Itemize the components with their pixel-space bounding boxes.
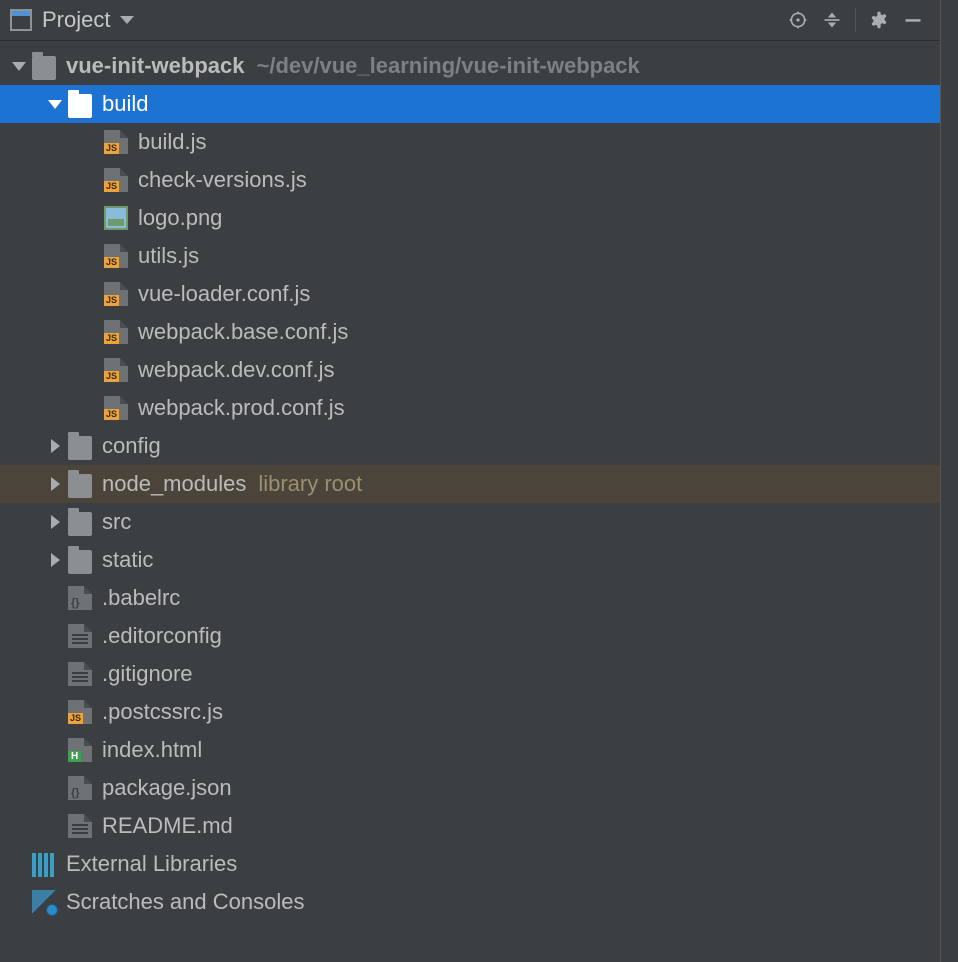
js-file-icon xyxy=(68,700,92,724)
tree-node-label: index.html xyxy=(102,737,202,763)
toolbar-separator xyxy=(855,8,856,32)
text-file-icon xyxy=(68,662,92,686)
tree-node-label: Scratches and Consoles xyxy=(66,889,304,915)
tree-node-editorconfig[interactable]: .editorconfig xyxy=(0,617,940,655)
tree-node-gitignore[interactable]: .gitignore xyxy=(0,655,940,693)
tree-node-babelrc[interactable]: .babelrc xyxy=(0,579,940,617)
folder-icon xyxy=(68,94,92,118)
tool-window-icon xyxy=(10,9,32,31)
expand-arrow-icon[interactable] xyxy=(46,515,64,529)
tree-node-label: package.json xyxy=(102,775,232,801)
gear-icon[interactable] xyxy=(862,3,896,37)
project-toolbar: Project xyxy=(0,0,940,41)
tree-node-vue-loader[interactable]: vue-loader.conf.js xyxy=(0,275,940,313)
json-file-icon xyxy=(68,776,92,800)
external-libraries-icon xyxy=(32,853,56,877)
scratches-icon xyxy=(32,890,56,914)
target-icon[interactable] xyxy=(781,3,815,37)
minimize-icon[interactable] xyxy=(896,3,930,37)
js-file-icon xyxy=(104,358,128,382)
js-file-icon xyxy=(104,244,128,268)
js-file-icon xyxy=(104,396,128,420)
tree-node-label: External Libraries xyxy=(66,851,237,877)
tree-node-label: .editorconfig xyxy=(102,623,222,649)
toolbar-title[interactable]: Project xyxy=(42,7,110,33)
tree-node-label: static xyxy=(102,547,153,573)
tree-node-label: vue-loader.conf.js xyxy=(138,281,310,307)
tree-node-label: .gitignore xyxy=(102,661,193,687)
tree-node-wp-dev[interactable]: webpack.dev.conf.js xyxy=(0,351,940,389)
tree-node-label: vue-init-webpack xyxy=(66,53,244,79)
collapse-all-icon[interactable] xyxy=(815,3,849,37)
folder-icon xyxy=(68,474,92,498)
text-file-icon xyxy=(68,814,92,838)
tree-node-config[interactable]: config xyxy=(0,427,940,465)
tree-node-ext-lib[interactable]: External Libraries xyxy=(0,845,940,883)
text-file-icon xyxy=(68,624,92,648)
folder-icon xyxy=(32,56,56,80)
expand-arrow-icon[interactable] xyxy=(46,553,64,567)
tree-node-label: src xyxy=(102,509,131,535)
tree-node-check-versions[interactable]: check-versions.js xyxy=(0,161,940,199)
expand-arrow-icon[interactable] xyxy=(10,62,28,71)
js-file-icon xyxy=(104,282,128,306)
project-tree: vue-init-webpack ~/dev/vue_learning/vue-i… xyxy=(0,41,940,962)
expand-arrow-icon[interactable] xyxy=(46,100,64,109)
tree-node-build-js[interactable]: build.js xyxy=(0,123,940,161)
tree-node-wp-prod[interactable]: webpack.prod.conf.js xyxy=(0,389,940,427)
tree-node-label: logo.png xyxy=(138,205,222,231)
tree-node-label: config xyxy=(102,433,161,459)
expand-arrow-icon[interactable] xyxy=(46,439,64,453)
tree-node-label: README.md xyxy=(102,813,233,839)
tree-node-label: .babelrc xyxy=(102,585,180,611)
tree-node-build[interactable]: build xyxy=(0,85,940,123)
tree-node-logo[interactable]: logo.png xyxy=(0,199,940,237)
folder-icon xyxy=(68,512,92,536)
tree-node-scratch[interactable]: Scratches and Consoles xyxy=(0,883,940,921)
json-file-icon xyxy=(68,586,92,610)
tree-node-readme[interactable]: README.md xyxy=(0,807,940,845)
tree-node-label: .postcssrc.js xyxy=(102,699,223,725)
image-file-icon xyxy=(104,206,128,230)
tree-node-suffix: ~/dev/vue_learning/vue-init-webpack xyxy=(256,53,639,79)
tree-node-postcssrc[interactable]: .postcssrc.js xyxy=(0,693,940,731)
tree-node-label: utils.js xyxy=(138,243,199,269)
tree-node-label: build.js xyxy=(138,129,206,155)
tree-node-label: check-versions.js xyxy=(138,167,307,193)
tree-node-label: webpack.prod.conf.js xyxy=(138,395,345,421)
js-file-icon xyxy=(104,168,128,192)
tree-node-static[interactable]: static xyxy=(0,541,940,579)
tree-node-src[interactable]: src xyxy=(0,503,940,541)
chevron-down-icon[interactable] xyxy=(120,16,134,24)
js-file-icon xyxy=(104,320,128,344)
tree-node-label: node_modules xyxy=(102,471,246,497)
tree-node-root[interactable]: vue-init-webpack ~/dev/vue_learning/vue-i… xyxy=(0,47,940,85)
folder-icon xyxy=(68,436,92,460)
html-file-icon xyxy=(68,738,92,762)
tree-node-label: webpack.base.conf.js xyxy=(138,319,348,345)
expand-arrow-icon[interactable] xyxy=(46,477,64,491)
tree-node-wp-base[interactable]: webpack.base.conf.js xyxy=(0,313,940,351)
right-gutter[interactable] xyxy=(940,0,958,962)
js-file-icon xyxy=(104,130,128,154)
tree-node-utils[interactable]: utils.js xyxy=(0,237,940,275)
tree-node-index-html[interactable]: index.html xyxy=(0,731,940,769)
tree-node-label: build xyxy=(102,91,148,117)
folder-icon xyxy=(68,550,92,574)
tree-node-label: webpack.dev.conf.js xyxy=(138,357,334,383)
tree-node-suffix: library root xyxy=(258,471,362,497)
tree-node-node_modules[interactable]: node_modules library root xyxy=(0,465,940,503)
tree-node-package-json[interactable]: package.json xyxy=(0,769,940,807)
